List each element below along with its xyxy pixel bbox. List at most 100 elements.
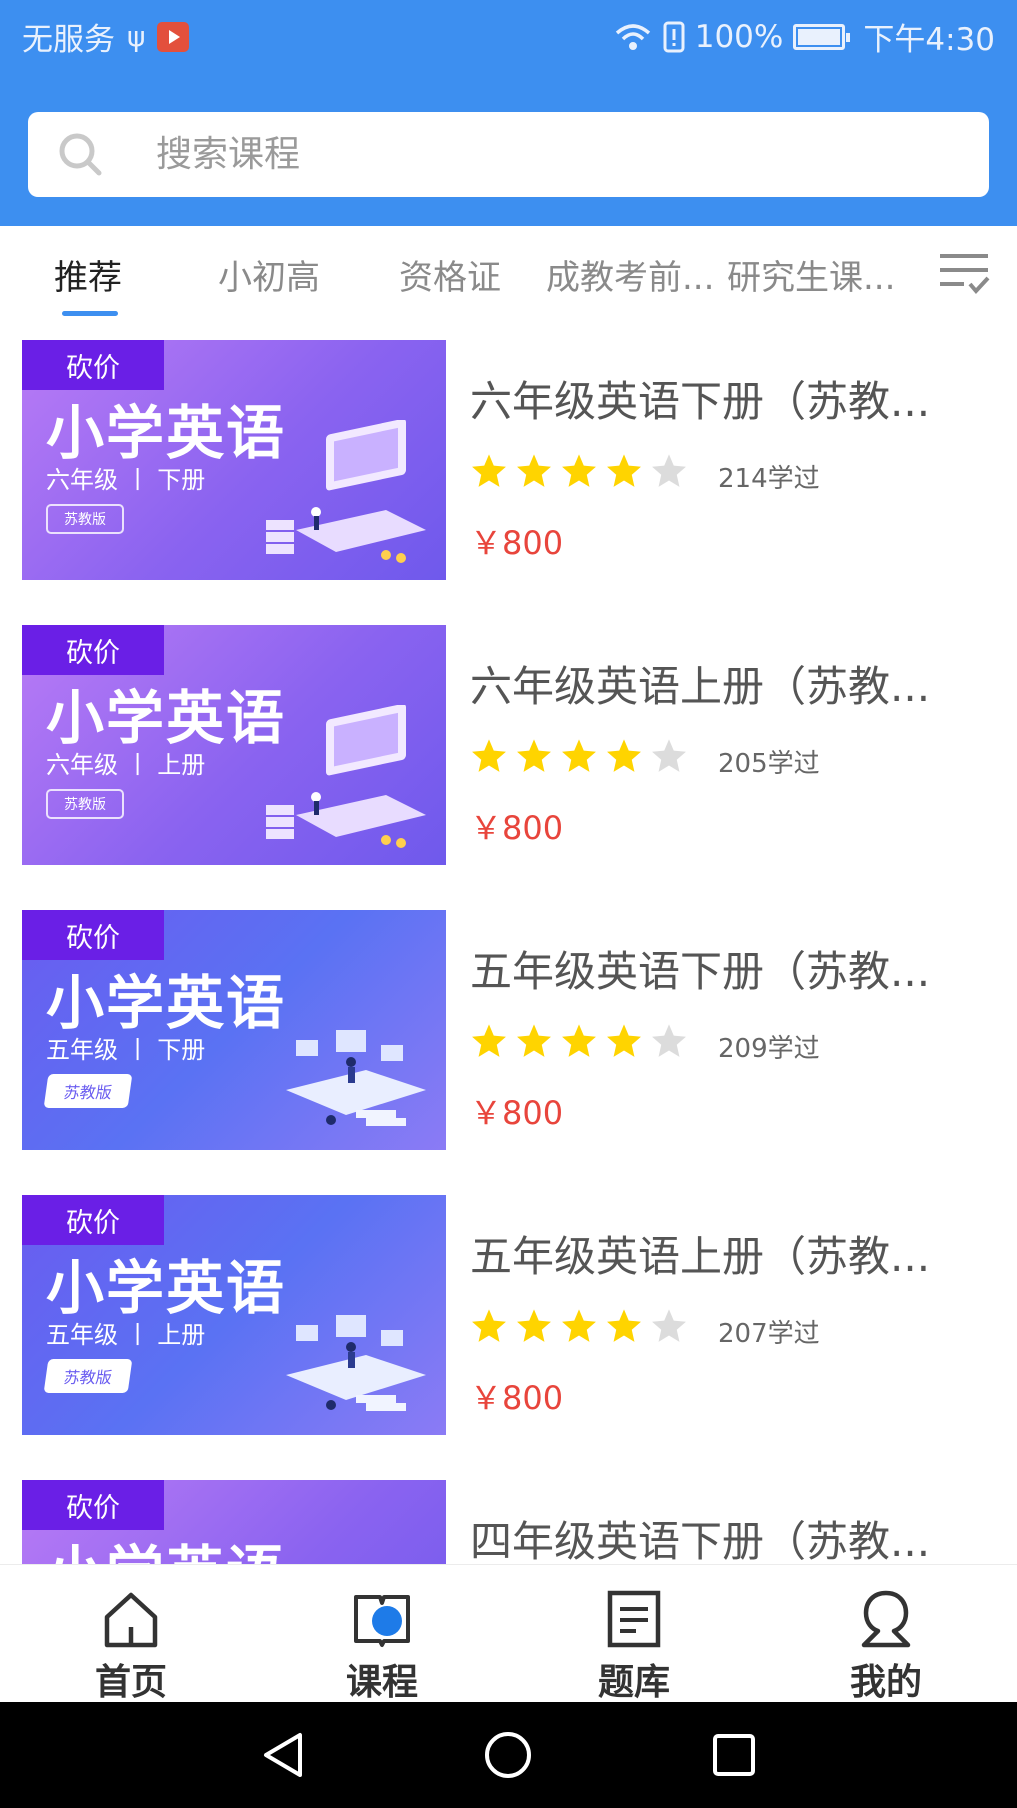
video-app-icon (157, 21, 190, 52)
course-item[interactable]: 小学英语 六年级 丨 下册 苏教版 砍价 六年级英语下册（苏教... 214学过… (0, 330, 1017, 615)
question-bank-icon (607, 1590, 661, 1648)
star-filled-icon (607, 1309, 641, 1342)
star-filled-icon (517, 739, 551, 772)
course-title[interactable]: 五年级英语下册（苏教... (470, 938, 990, 999)
tab-certificate[interactable]: 资格证 (399, 250, 501, 299)
nav-home[interactable]: 首页 (51, 1565, 211, 1703)
carrier-text: 无服务 (22, 22, 115, 58)
course-title[interactable]: 四年级英语下册（苏教... (470, 1508, 990, 1564)
thumbnail-edition: 苏教版 (46, 789, 124, 819)
course-price: ￥800 (470, 1379, 564, 1417)
laptop-illustration (266, 420, 426, 563)
usb-icon: ψ (127, 20, 146, 53)
star-filled-icon (607, 454, 641, 487)
classroom-illustration (286, 1315, 426, 1411)
star-filled-icon (562, 1309, 596, 1342)
nav-course-label: 课程 (345, 1662, 418, 1703)
classroom-illustration (286, 1030, 426, 1126)
course-title[interactable]: 五年级英语上册（苏教... (470, 1223, 990, 1284)
course-book-icon (354, 1595, 410, 1647)
bargain-badge: 砍价 (22, 910, 164, 960)
star-filled-icon (562, 454, 596, 487)
header: 无服务 ψ 100% 下午4:30 (0, 0, 1017, 226)
star-filled-icon (472, 454, 506, 487)
category-tabs: 推荐 小初高 资格证 成教考前... 研究生课... (0, 226, 1017, 324)
tab-graduate[interactable]: 研究生课... (727, 250, 895, 299)
search-bar[interactable] (28, 112, 989, 197)
search-input[interactable] (156, 112, 956, 197)
nav-question-bank[interactable]: 题库 (554, 1565, 714, 1703)
thumbnail-edition: 苏教版 (46, 504, 124, 534)
course-title[interactable]: 六年级英语上册（苏教... (470, 653, 990, 714)
course-item[interactable]: 小学英语 砍价 四年级英语下册（苏教... (0, 1470, 1017, 1564)
thumbnail-subtitle: 五年级 丨 上册 (46, 1321, 206, 1349)
course-item[interactable]: 小学英语 六年级 丨 上册 苏教版 砍价 六年级英语上册（苏教... 205学过… (0, 615, 1017, 900)
star-filled-icon (607, 739, 641, 772)
learned-count: 205学过 (718, 749, 820, 779)
nav-course[interactable]: 课程 (302, 1565, 462, 1703)
thumbnail-subtitle: 六年级 丨 下册 (46, 466, 206, 494)
tab-k12[interactable]: 小初高 (218, 250, 320, 299)
thumbnail-edition: 苏教版 (43, 1359, 133, 1393)
wifi-icon (615, 23, 650, 50)
bottom-navigation: 首页 课程 题库 我的 (0, 1564, 1017, 1703)
nav-question-bank-label: 题库 (597, 1662, 670, 1703)
bargain-badge: 砍价 (22, 340, 164, 390)
star-filled-icon (562, 1024, 596, 1057)
star-empty-icon (652, 1024, 686, 1057)
course-thumbnail: 小学英语 五年级 丨 上册 苏教版 砍价 (22, 1195, 446, 1435)
home-icon (104, 1592, 158, 1648)
nav-home-label: 首页 (94, 1662, 167, 1703)
course-thumbnail: 小学英语 五年级 丨 下册 苏教版 砍价 (22, 910, 446, 1150)
thumbnail-title: 小学英语 (46, 684, 287, 752)
rating-stars (470, 452, 688, 490)
nav-profile-label: 我的 (849, 1662, 922, 1703)
course-price: ￥800 (470, 1094, 564, 1132)
star-empty-icon (652, 454, 686, 487)
home-circle-icon[interactable] (483, 1730, 533, 1780)
star-filled-icon (562, 739, 596, 772)
star-filled-icon (517, 1024, 551, 1057)
bargain-badge: 砍价 (22, 1195, 164, 1245)
profile-icon (861, 1590, 911, 1648)
course-item[interactable]: 小学英语 五年级 丨 下册 苏教版 砍价 五年级英语下册（苏教... 209学过… (0, 900, 1017, 1185)
category-menu-icon[interactable] (938, 250, 990, 298)
thumbnail-title: 小学英语 (46, 1254, 287, 1322)
thumbnail-title: 小学英语 (46, 969, 287, 1037)
thumbnail-edition: 苏教版 (43, 1074, 133, 1108)
star-filled-icon (517, 1309, 551, 1342)
course-list: 小学英语 六年级 丨 下册 苏教版 砍价 六年级英语下册（苏教... 214学过… (0, 330, 1017, 1564)
thumbnail-subtitle: 五年级 丨 下册 (46, 1036, 206, 1064)
active-tab-indicator (62, 311, 118, 316)
learned-count: 214学过 (718, 464, 820, 494)
thumbnail-subtitle: 六年级 丨 上册 (46, 751, 206, 779)
battery-percent: 100% (694, 18, 784, 55)
status-bar: 无服务 ψ 100% 下午4:30 (0, 0, 1017, 70)
clock: 下午4:30 (863, 22, 995, 58)
course-price: ￥800 (470, 809, 564, 847)
course-thumbnail: 小学英语 六年级 丨 下册 苏教版 砍价 (22, 340, 446, 580)
star-empty-icon (652, 739, 686, 772)
laptop-illustration (266, 705, 426, 848)
bargain-badge: 砍价 (22, 625, 164, 675)
search-icon (59, 133, 102, 176)
star-empty-icon (652, 1309, 686, 1342)
tab-recommended[interactable]: 推荐 (54, 250, 122, 299)
status-right: 100% 下午4:30 (613, 14, 995, 59)
star-filled-icon (517, 454, 551, 487)
nav-profile[interactable]: 我的 (806, 1565, 966, 1703)
course-thumbnail: 小学英语 六年级 丨 上册 苏教版 砍价 (22, 625, 446, 865)
star-filled-icon (472, 1309, 506, 1342)
rating-stars (470, 737, 688, 775)
back-icon[interactable] (258, 1730, 308, 1780)
tab-adult-education[interactable]: 成教考前... (546, 250, 714, 299)
recents-icon[interactable] (709, 1730, 759, 1780)
rating-stars (470, 1022, 688, 1060)
battery-icon (793, 23, 851, 50)
course-title[interactable]: 六年级英语下册（苏教... (470, 368, 990, 429)
learned-count: 209学过 (718, 1034, 820, 1064)
course-thumbnail: 小学英语 砍价 (22, 1480, 446, 1564)
course-price: ￥800 (470, 524, 564, 562)
star-filled-icon (472, 739, 506, 772)
course-item[interactable]: 小学英语 五年级 丨 上册 苏教版 砍价 五年级英语上册（苏教... 207学过… (0, 1185, 1017, 1470)
